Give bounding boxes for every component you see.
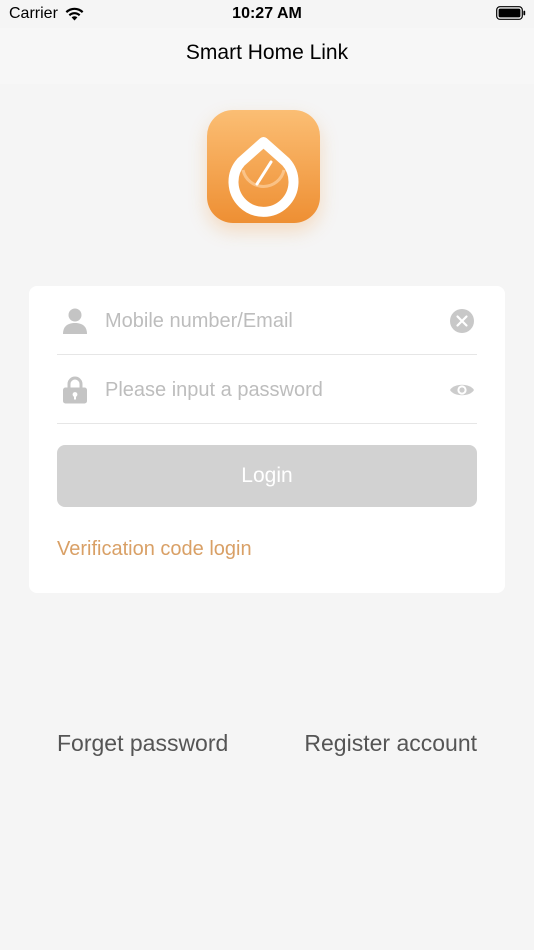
app-logo [207, 110, 320, 223]
account-field [57, 286, 477, 355]
page-title: Smart Home Link [185, 41, 349, 64]
user-icon [63, 308, 87, 334]
password-input[interactable] [105, 373, 425, 407]
status-bar: Carrier 10:27 AM [0, 0, 534, 28]
account-input[interactable] [105, 304, 425, 338]
nav-bar: Smart Home Link [0, 28, 534, 84]
register-account-link[interactable]: Register account [304, 730, 477, 757]
eye-icon[interactable] [449, 377, 475, 403]
battery-icon [496, 6, 526, 20]
password-field [57, 355, 477, 424]
login-button[interactable]: Login [57, 445, 477, 507]
verification-code-login-link[interactable]: Verification code login [57, 538, 252, 561]
home-logo-icon [228, 137, 299, 217]
status-time: 10:27 AM [232, 5, 302, 22]
login-screen: Carrier 10:27 AM Smart Home Link Mobile … [0, 0, 534, 950]
forget-password-link[interactable]: Forget password [57, 730, 228, 757]
login-card: Login Verification code login [29, 286, 505, 593]
clear-icon[interactable] [449, 308, 475, 334]
lock-icon [63, 376, 87, 404]
